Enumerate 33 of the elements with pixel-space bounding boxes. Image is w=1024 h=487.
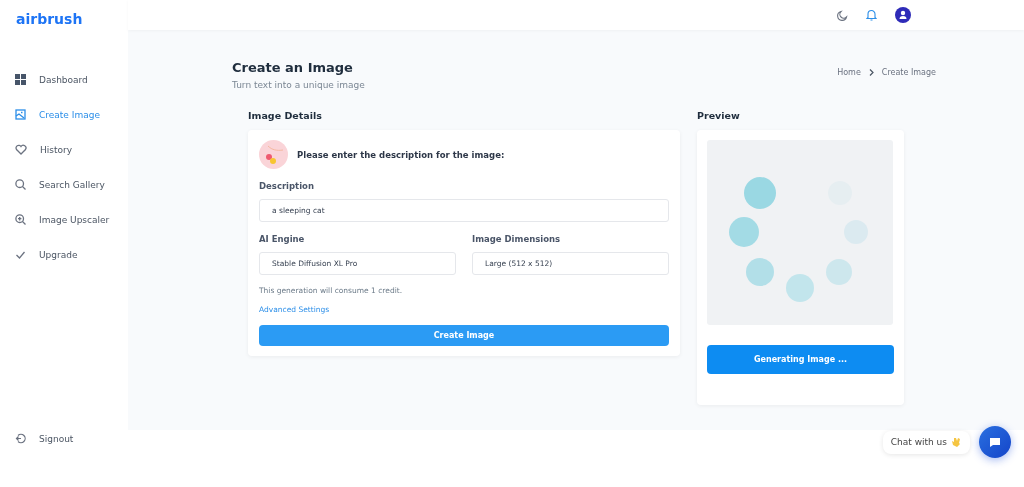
grid-icon (15, 74, 26, 85)
sidebar-item[interactable]: History (0, 132, 128, 167)
chat-icon (989, 436, 1001, 448)
app-logo: airbrush (16, 11, 83, 27)
section-heading: Preview (697, 110, 741, 121)
moon-icon[interactable] (837, 9, 848, 21)
page-title: Create an Image (232, 60, 354, 75)
flower-illustration-icon (259, 140, 288, 169)
check-icon (15, 249, 26, 260)
form-prompt: Please enter the description for the image: (297, 149, 505, 160)
field-label: Image Dimensions (472, 234, 562, 244)
sidebar-item[interactable]: Upgrade (0, 237, 128, 272)
search-icon (15, 179, 26, 190)
loading-spinner-icon (729, 177, 871, 302)
bell-icon[interactable] (866, 9, 877, 21)
chevron-icon (868, 69, 874, 76)
sidebar-item[interactable]: Image Upscaler (0, 202, 128, 237)
sidebar-item[interactable]: Create Image (0, 97, 128, 132)
waving-hand-icon (951, 436, 962, 448)
field-label: Description (259, 181, 315, 191)
breadcrumb-link[interactable]: Home (837, 68, 861, 77)
avatar-icon[interactable] (895, 7, 911, 23)
heart-icon (15, 144, 27, 155)
sidebar-item[interactable]: Dashboard (0, 62, 128, 97)
signout-link[interactable]: Signout (0, 421, 128, 456)
section-heading: Image Details (248, 110, 323, 121)
field-label: AI Engine (259, 234, 306, 244)
image-icon (15, 109, 26, 120)
zoom-in-icon (15, 214, 26, 225)
page-subtitle: Turn text into a unique image (232, 80, 365, 90)
sidebar-item[interactable]: Search Gallery (0, 167, 128, 202)
logout-icon (15, 433, 26, 444)
breadcrumb-current: Create Image (881, 68, 936, 77)
